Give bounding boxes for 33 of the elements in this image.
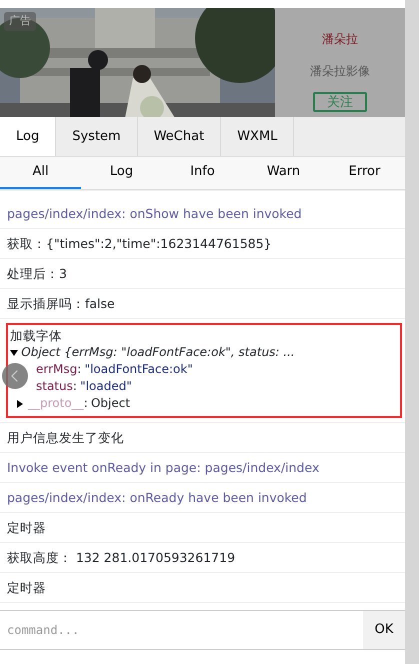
filter-tab[interactable]: Log	[81, 157, 162, 189]
log-entry: 获取：{"times":2,"time":1623144761585}	[0, 229, 405, 259]
property-value: Object	[90, 395, 130, 412]
property-value: "loaded"	[80, 378, 132, 395]
log-entry: Invoke event onReady in page: pages/index/index	[0, 453, 405, 483]
colon-separator: :	[77, 361, 82, 378]
log-entry: 定时器	[0, 573, 405, 603]
log-entry: 定时器	[0, 513, 405, 543]
tab[interactable]: Log	[0, 117, 56, 156]
brand-name: 潘朵拉影像	[310, 63, 370, 80]
collapsed-icon[interactable]	[16, 400, 24, 408]
filter-tab[interactable]: Info	[162, 157, 243, 189]
log-entry: 显示插屏吗：false	[0, 289, 405, 319]
property-key: errMsg	[36, 361, 78, 378]
colon-separator: :	[84, 395, 88, 412]
ok-button[interactable]: OK	[363, 611, 405, 649]
expand-icon[interactable]	[10, 348, 18, 356]
property-key: status	[36, 378, 73, 395]
ad-label[interactable]: 广告	[4, 12, 36, 30]
brand-logo: 潘朵拉	[322, 31, 358, 48]
log-entry: pages/index/index: onReady have been invoked	[0, 483, 405, 513]
object-summary[interactable]: Object {errMsg: "loadFontFace:ok", status: ...	[21, 344, 295, 361]
log-entry: 加载字体	[10, 327, 63, 344]
filter-tab[interactable]: All	[0, 157, 81, 189]
filter-tab[interactable]: Error	[324, 157, 405, 189]
log-entry: 获取高度： 132 281.0170593261719	[0, 543, 405, 573]
log-entry: 处理后：3	[0, 259, 405, 289]
log-entry: pages/index/index: onShow have been invoked	[0, 199, 405, 229]
colon-separator: :	[72, 378, 77, 395]
log-entry: 用户信息发生了变化	[0, 423, 405, 453]
filter-tab[interactable]: Warn	[243, 157, 324, 189]
property-value: "loadFontFace:ok"	[84, 361, 193, 378]
back-icon[interactable]	[2, 363, 28, 389]
